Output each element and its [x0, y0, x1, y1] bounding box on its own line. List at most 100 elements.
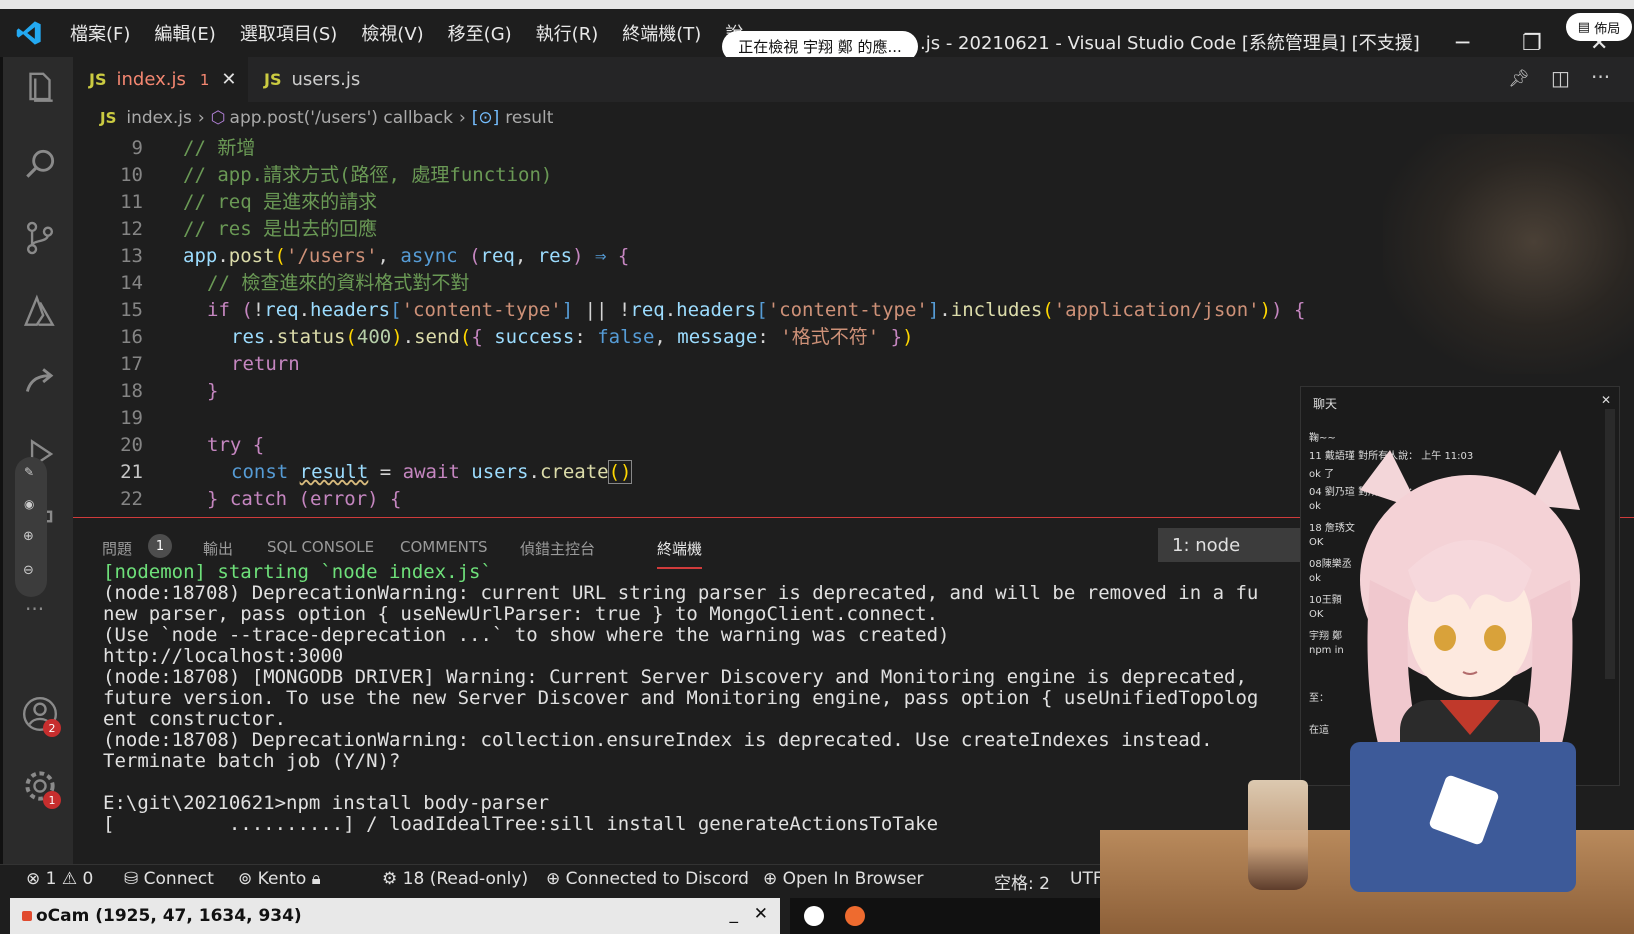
chat-close-icon[interactable]: ✕	[1601, 393, 1611, 407]
tab-comments[interactable]: COMMENTS	[400, 538, 488, 556]
ocam-minimize-icon[interactable]: _	[730, 904, 739, 924]
menu-view[interactable]: 檢視(V)	[349, 20, 435, 46]
menu-file[interactable]: 檔案(F)	[58, 20, 142, 46]
live-share-user-status[interactable]: ⊚ Kento 🔒︎	[238, 869, 321, 889]
chevron-right-icon: ›	[197, 108, 205, 128]
explorer-icon[interactable]	[21, 69, 59, 107]
menu-run[interactable]: 執行(R)	[524, 20, 611, 46]
bubble-tea-graphic	[1248, 780, 1308, 890]
code-token: message	[677, 326, 758, 348]
accounts-badge: 2	[43, 719, 61, 737]
title-bar: 檔案(F) 編輯(E) 選取項目(S) 檢視(V) 移至(G) 執行(R) 終端…	[0, 0, 1634, 62]
terminal-select[interactable]: 1: node	[1158, 528, 1303, 562]
code-text: } catch (error) {	[207, 488, 402, 510]
chat-input[interactable]: 在這	[1309, 721, 1329, 736]
pin-icon[interactable]: 📌︎	[1508, 69, 1530, 89]
breadcrumb-leaf[interactable]: result	[505, 108, 553, 128]
code-text: return	[231, 353, 300, 375]
tab-index-js[interactable]: JS index.js 1 ✕	[73, 57, 248, 102]
readonly-status[interactable]: ⚙ 18 (Read-only)	[382, 869, 528, 889]
source-control-icon[interactable]	[21, 219, 59, 257]
code-token: 'application/json'	[1053, 299, 1260, 321]
more-icon[interactable]: ···	[25, 597, 44, 621]
pointer-icon[interactable]: ◉	[24, 497, 34, 511]
layout-icon: ▤	[1577, 19, 1595, 35]
tab-debug-console[interactable]: 偵錯主控台	[520, 538, 595, 559]
code-token: const	[231, 461, 289, 483]
discord-status[interactable]: ⊕ Connected to Discord	[546, 869, 749, 889]
code-token: if	[207, 299, 230, 321]
line-number: 14	[120, 272, 143, 294]
tab-label: index.js	[116, 69, 186, 90]
live-share-icon[interactable]	[21, 363, 59, 401]
code-token: post	[228, 245, 275, 267]
zoom-toolbar[interactable]: ✎ ◉ ⊕ ⊖	[15, 457, 47, 597]
code-token: status	[276, 326, 346, 348]
zoom-out-icon[interactable]: ⊖	[23, 563, 34, 578]
line-number: 19	[120, 407, 143, 429]
open-browser-label: Open In Browser	[782, 869, 924, 889]
ocam-title-bar: oCam (1925, 47, 1634, 934) _ ✕	[10, 898, 780, 934]
menu-edit[interactable]: 編輯(E)	[142, 20, 227, 46]
ocam-close-icon[interactable]: ✕	[754, 904, 768, 924]
search-icon[interactable]	[21, 145, 59, 183]
open-browser-status[interactable]: ⊕ Open In Browser	[763, 869, 924, 889]
indentation-status[interactable]: 空格: 2	[994, 869, 1050, 894]
app-icon[interactable]	[804, 906, 824, 926]
window-title: .js - 20210621 - Visual Studio Code [系統管…	[920, 33, 1420, 54]
code-token: req	[264, 299, 299, 321]
minimize-icon[interactable]: ─	[1456, 31, 1469, 56]
code-token: 400	[356, 326, 392, 348]
terminal-line: new parser, pass option { useNewUrlParse…	[103, 603, 939, 625]
terminal-line: [ ..........] / loadIdealTree:sill insta…	[103, 813, 939, 835]
line-number: 12	[120, 218, 143, 240]
app-icon[interactable]	[845, 906, 865, 926]
code-text: app.post('/users', async (req, res) ⇒ {	[183, 245, 630, 267]
restore-icon[interactable]: ❐	[1522, 31, 1542, 56]
menu-selection[interactable]: 選取項目(S)	[228, 20, 349, 46]
globe-icon: ⊕	[763, 869, 778, 889]
split-editor-icon[interactable]: ◫	[1551, 66, 1570, 90]
code-token: false	[597, 326, 655, 348]
menu-go[interactable]: 移至(G)	[436, 20, 524, 46]
terminal-line: http://localhost:3000	[103, 645, 344, 667]
problems-status[interactable]: ⊗ 1 ⚠ 0	[26, 869, 93, 889]
menu-terminal[interactable]: 終端機(T)	[610, 20, 713, 46]
breadcrumb-file[interactable]: index.js	[126, 108, 192, 128]
readonly-label: 18 (Read-only)	[402, 869, 529, 889]
tab-output[interactable]: 輸出	[203, 538, 233, 559]
tab-problems[interactable]: 問題	[102, 538, 132, 559]
breadcrumb: JS index.js › ⬡ app.post('/users') callb…	[73, 102, 1634, 134]
vscode-logo-icon	[0, 9, 58, 57]
tab-users-js[interactable]: JS users.js	[248, 57, 378, 102]
error-count: 1	[45, 869, 57, 889]
layout-button[interactable]: ▤ 佈局	[1566, 13, 1632, 41]
breadcrumb-symbol[interactable]: app.post('/users') callback	[230, 108, 453, 128]
code-token: result	[299, 461, 369, 483]
code-token: headers	[676, 299, 757, 321]
db-connect-status[interactable]: ⛁ Connect	[124, 869, 214, 889]
participants-icon: ⚙	[382, 869, 398, 889]
ocam-title: oCam (1925, 47, 1634, 934)	[36, 906, 302, 926]
tab-sql-console[interactable]: SQL CONSOLE	[267, 538, 374, 556]
problems-count-badge: 1	[148, 534, 172, 558]
tab-terminal[interactable]: 終端機	[657, 538, 703, 569]
code-token: try	[207, 434, 242, 456]
chat-message: ok	[1309, 501, 1321, 512]
more-actions-icon[interactable]: ···	[1591, 65, 1610, 89]
taskbar	[790, 898, 1100, 934]
code-token: headers	[310, 299, 391, 321]
code-text: if (!req.headers['content-type'] || !req…	[207, 299, 1306, 321]
code-token: res	[537, 245, 573, 267]
warning-count: 0	[82, 869, 94, 889]
pen-icon[interactable]: ✎	[24, 465, 34, 479]
tab-label: users.js	[291, 69, 361, 90]
zoom-in-icon[interactable]: ⊕	[23, 529, 34, 544]
code-token: create	[539, 461, 609, 483]
laptop-graphic	[1350, 742, 1576, 892]
code-token: '/users'	[286, 245, 378, 267]
azure-icon[interactable]	[21, 293, 59, 331]
code-text: // app.請求方式(路徑, 處理function)	[183, 164, 553, 186]
line-number: 22	[120, 488, 143, 510]
close-tab-icon[interactable]: ✕	[221, 69, 236, 90]
